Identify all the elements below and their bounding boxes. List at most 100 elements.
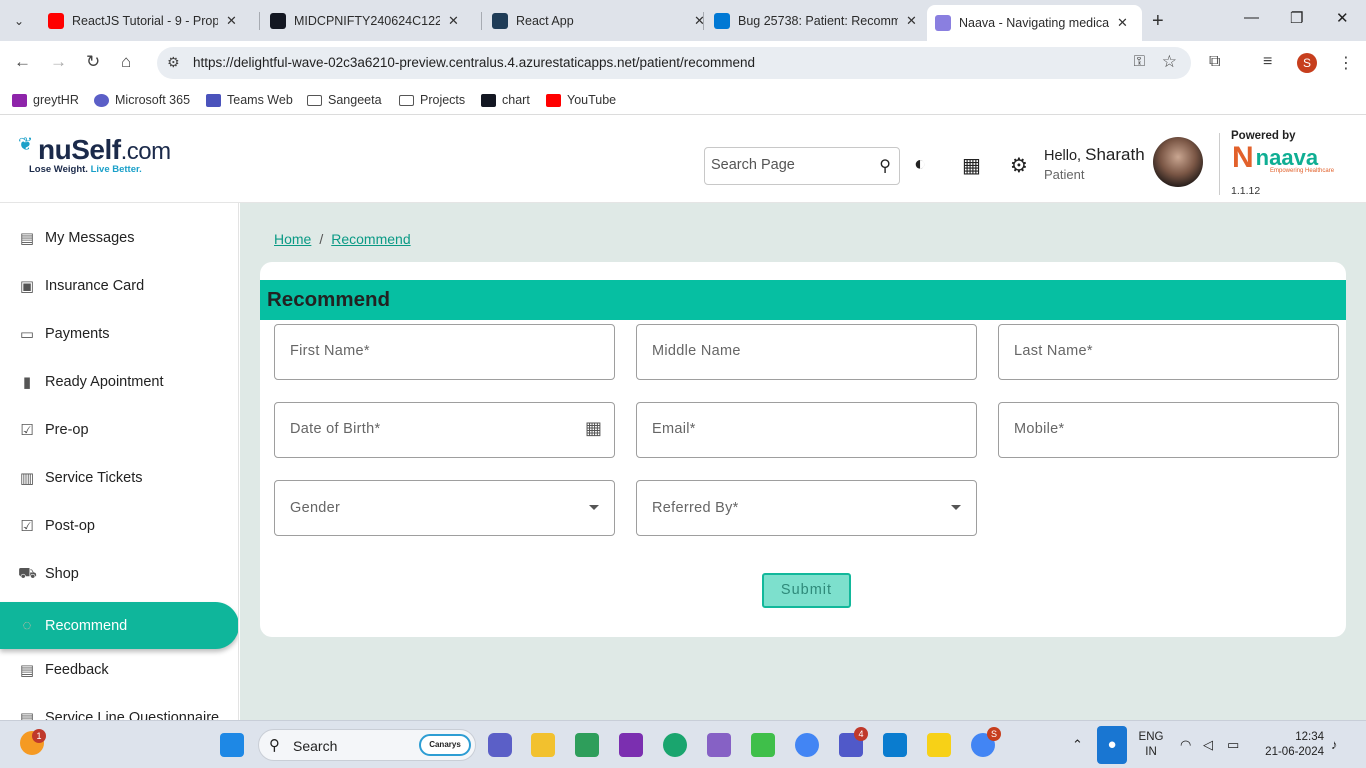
sidebar-item-service-line-questionnaire[interactable]: ▤ Service Line Questionnaire [0,694,238,720]
tab-search-chevron-icon[interactable]: ⌄ [10,12,28,30]
extensions-icon[interactable]: ⧉ [1209,53,1220,71]
close-window-icon[interactable]: ✕ [1336,9,1349,27]
bookmark-greythr[interactable]: greytHR [12,93,79,107]
settings-gear-icon[interactable]: ⚙ [1010,153,1028,178]
bookmark-chart[interactable]: chart [481,93,530,107]
notification-bell-icon[interactable]: ♪ [1331,737,1338,752]
apps-grid-icon[interactable]: ▦ [962,153,981,178]
gender-select[interactable]: Gender [274,480,615,536]
minimize-icon[interactable]: — [1244,9,1259,26]
close-tab-icon[interactable]: ✕ [906,13,917,29]
last-name-input[interactable] [1014,343,1294,359]
media-control-icon[interactable]: ≡ [1263,53,1272,71]
restore-icon[interactable]: ❐ [1290,9,1303,27]
clock-time: 12:34 [1295,731,1324,743]
naava-favicon [935,15,951,31]
close-tab-icon[interactable]: ✕ [226,13,237,29]
visual-studio-icon[interactable] [707,733,731,757]
message-icon: ▤ [19,230,35,247]
browser-tab[interactable]: MIDCPNIFTY240624C12200 ✕ [262,6,459,36]
sidebar-item-shop[interactable]: ⛟ Shop [0,550,238,598]
home-icon[interactable]: ⌂ [121,52,131,72]
bookmark-youtube[interactable]: YouTube [546,93,616,107]
xcode-x-icon[interactable] [751,733,775,757]
url-text[interactable]: https://delightful-wave-02c3a6210-previe… [193,55,755,70]
battery-icon[interactable]: ▭ [1227,737,1239,753]
sidebar-item-label: My Messages [45,230,135,246]
browser-tab[interactable]: Bug 25738: Patient: Recomm ✕ [706,6,917,36]
tab-title: ReactJS Tutorial - 9 - Props - [72,14,218,28]
submit-button[interactable]: Submit [762,573,851,608]
taskbar-search[interactable]: ⚲ Search Canarys [258,729,476,761]
sidebar-item-payments[interactable]: ▭ Payments [0,310,238,358]
vscode-icon[interactable] [883,733,907,757]
microphone-icon[interactable]: ● [1097,726,1127,764]
file-explorer-icon[interactable] [531,733,555,757]
browser-tab-active[interactable]: Naava - Navigating medical ✕ [927,5,1142,41]
sticky-notes-icon[interactable] [927,733,951,757]
volume-icon[interactable]: ◁ [1203,737,1213,753]
calendar-icon[interactable]: ▦ [585,418,602,439]
sidebar-item-feedback[interactable]: ▤ Feedback [0,646,238,694]
language-indicator[interactable]: ENG IN [1138,730,1164,760]
close-tab-icon[interactable]: ✕ [448,13,459,29]
browser-tab[interactable]: React App ✕ [484,6,705,36]
sidebar-item-my-messages[interactable]: ▤ My Messages [0,214,238,262]
breadcrumb: Home / Recommend [274,231,411,247]
nuself-logo[interactable]: ❦ nuSelf.com Lose Weight. Live Better. [18,134,172,175]
theme-toggle-icon[interactable]: ◐ [914,153,926,176]
system-clock[interactable]: 12:34 21-06-2024 [1262,730,1324,760]
date-of-birth-field[interactable]: ▦ [274,402,615,458]
more-menu-icon[interactable]: ⋮ [1338,53,1354,73]
profile-avatar[interactable]: S [1297,53,1317,73]
search-input[interactable] [711,157,861,173]
user-avatar[interactable] [1153,137,1203,187]
bookmark-star-icon[interactable]: ☆ [1162,52,1177,72]
email-input[interactable] [652,421,932,437]
sidebar-item-post-op[interactable]: ☑ Post-op [0,502,238,550]
greythr-icon [12,93,27,107]
sidebar-item-ready-appointment[interactable]: ▮ Ready Apointment [0,358,238,406]
search-icon[interactable]: ⚲ [879,156,891,176]
onenote-icon[interactable] [619,733,643,757]
date-of-birth-input[interactable] [290,421,570,437]
bookmark-sangeeta[interactable]: Sangeeta [307,93,382,107]
sidebar-item-insurance-card[interactable]: ▣ Insurance Card [0,262,238,310]
mobile-field[interactable] [998,402,1339,458]
tray-chevron-icon[interactable]: ⌃ [1072,737,1083,753]
sidebar-item-pre-op[interactable]: ☑ Pre-op [0,406,238,454]
page-search[interactable]: ⚲ [704,147,900,185]
new-tab-plus-icon[interactable]: + [1152,10,1164,33]
omnibox[interactable]: ⚙ https://delightful-wave-02c3a6210-prev… [157,47,1191,79]
teams-meet-icon[interactable] [488,733,512,757]
logo-suffix: .com [120,138,172,165]
site-info-icon[interactable]: ⚙ [167,54,180,71]
middle-name-input[interactable] [652,343,932,359]
reload-icon[interactable]: ↻ [86,52,100,72]
wifi-icon[interactable]: ◠ [1180,737,1191,753]
first-name-input[interactable] [290,343,570,359]
sidebar-item-service-tickets[interactable]: ▥ Service Tickets [0,454,238,502]
bookmark-projects[interactable]: Projects [399,93,465,107]
windows-start-icon[interactable] [220,733,244,757]
tab-title: React App [516,14,574,28]
mobile-input[interactable] [1014,421,1294,437]
breadcrumb-current-link[interactable]: Recommend [331,231,410,247]
referred-by-select[interactable]: Referred By* [636,480,977,536]
last-name-field[interactable] [998,324,1339,380]
chrome-icon[interactable] [795,733,819,757]
breadcrumb-home-link[interactable]: Home [274,231,311,247]
close-tab-icon[interactable]: ✕ [1117,15,1128,31]
middle-name-field[interactable] [636,324,977,380]
snipping-tool-icon[interactable] [575,733,599,757]
back-arrow-icon[interactable]: ← [14,52,31,72]
bookmark-microsoft365[interactable]: Microsoft 365 [94,93,190,107]
email-field[interactable] [636,402,977,458]
browser-tab[interactable]: ReactJS Tutorial - 9 - Props - ✕ [40,6,237,36]
sidebar-item-recommend[interactable]: ◌ Recommend [0,602,238,649]
first-name-field[interactable] [274,324,615,380]
forward-arrow-icon[interactable]: → [50,52,67,72]
password-key-icon[interactable]: ⚿ [1134,53,1145,70]
bookmark-teams[interactable]: Teams Web [206,93,293,107]
edge-icon[interactable] [663,733,687,757]
